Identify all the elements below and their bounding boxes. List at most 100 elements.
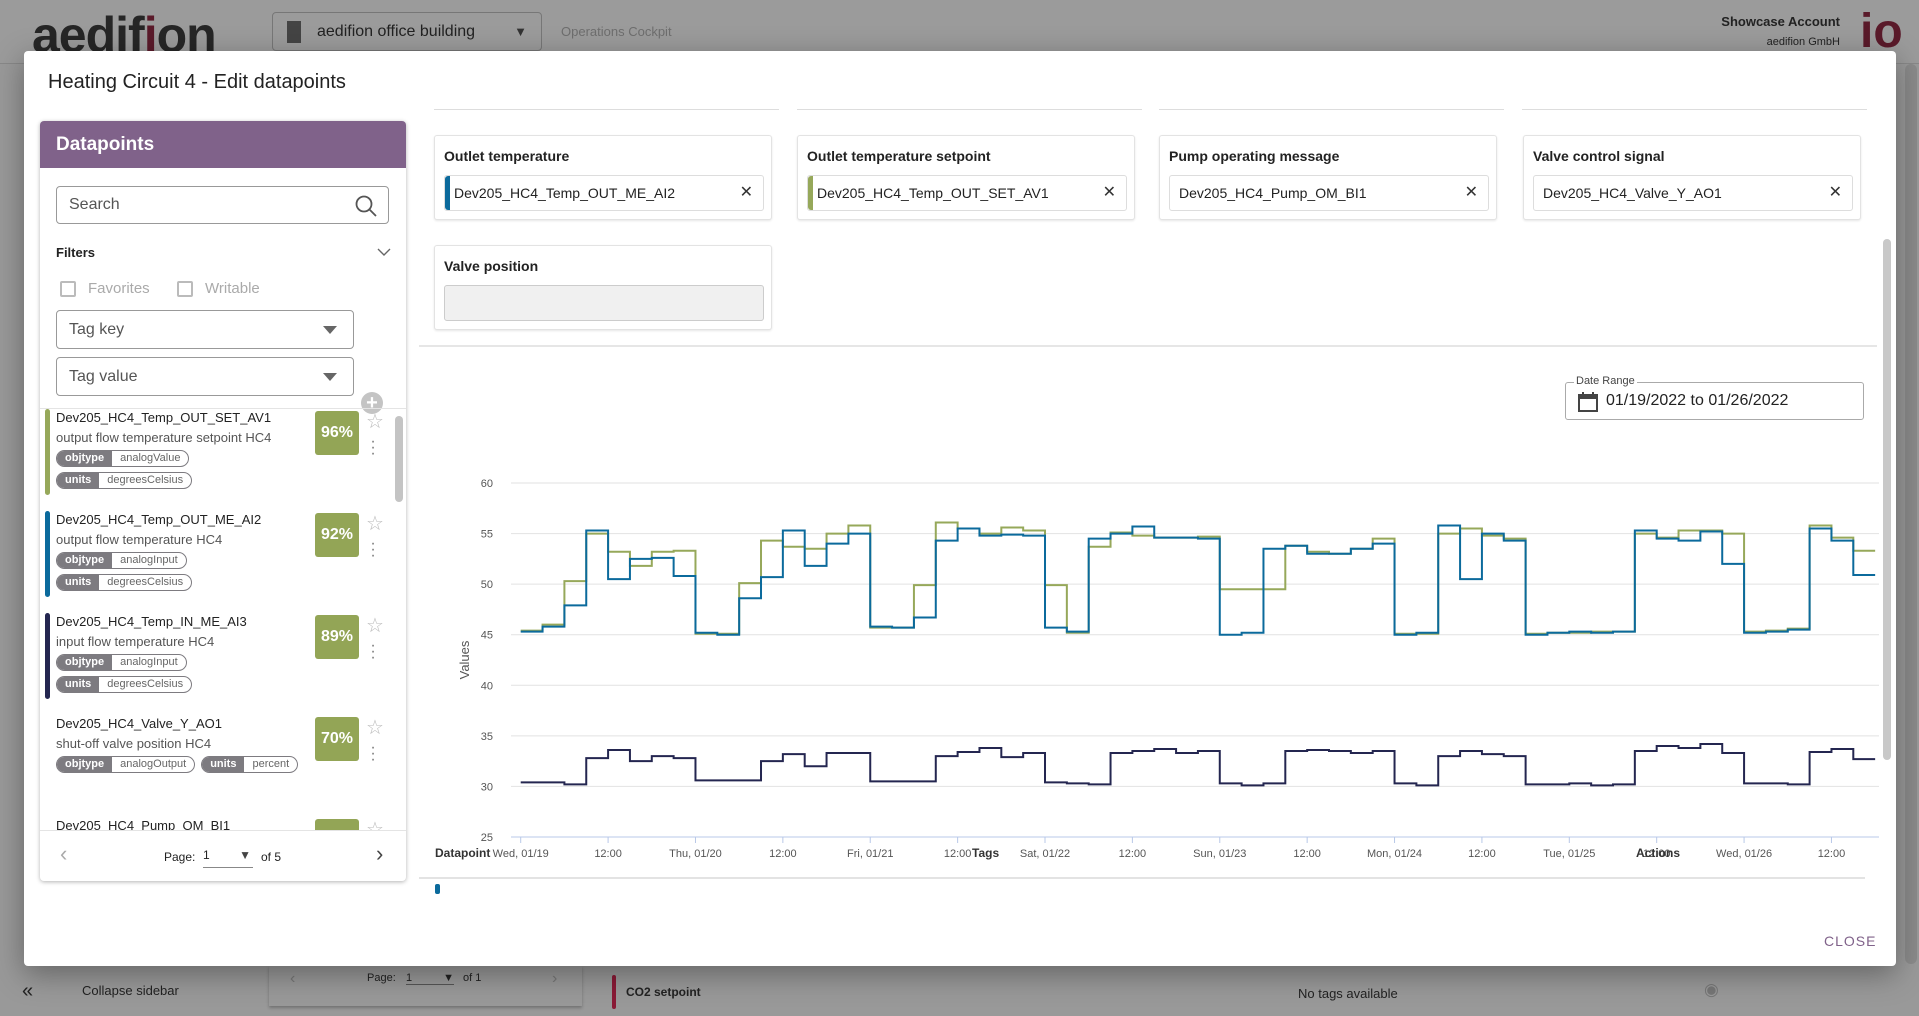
datapoint-slot: Outlet temperature setpoint Dev205_HC4_Te… [797,135,1135,220]
datapoint-list-item[interactable]: Dev205_HC4_Temp_IN_ME_AI3 input flow temp… [40,613,390,713]
writable-checkbox[interactable] [177,281,193,297]
slot-label: Outlet temperature setpoint [807,148,991,164]
match-score-badge: 70% [315,717,359,761]
y-tick-label: 50 [481,579,493,591]
datapoint-list-item[interactable]: Dev205_HC4_Temp_OUT_ME_AI2 output flow te… [40,511,390,611]
close-button[interactable]: CLOSE [1824,933,1876,949]
chevron-down-icon[interactable] [377,247,391,257]
slot-field[interactable]: Dev205_HC4_Valve_Y_AO1 ✕ [1533,175,1853,211]
clear-icon[interactable]: ✕ [740,176,753,210]
list-scrollbar[interactable] [395,416,403,502]
x-tick-label: 12:00 [1468,848,1496,860]
tag-chip[interactable]: objtype analogInput [56,654,187,671]
tag-chip[interactable]: objtype analogOutput [56,756,196,773]
star-icon[interactable]: ☆ [366,511,384,536]
x-tick-label: Wed, 01/19 [493,848,549,860]
slot-field[interactable]: Dev205_HC4_Temp_OUT_ME_AI2 ✕ [444,175,764,211]
slot-field-empty[interactable] [444,285,764,321]
next-page-icon[interactable]: › [376,841,383,867]
col-actions[interactable]: Actions [1636,846,1680,860]
clear-icon[interactable]: ✕ [1103,176,1116,210]
tag-chip[interactable]: objtype analogValue [56,450,190,467]
building-select[interactable]: aedifion office building ▼ [272,12,542,51]
more-vert-icon[interactable]: · · · [370,434,376,462]
tag-list: objtype analogOutput units percent [56,756,306,773]
slot-field[interactable]: Dev205_HC4_Temp_OUT_SET_AV1 ✕ [807,175,1127,211]
more-vert-icon[interactable]: · · · [370,740,376,768]
datapoint-list-item[interactable]: Dev205_HC4_Temp_OUT_SET_AV1 output flow t… [40,409,390,509]
bg-next-icon[interactable]: › [552,970,557,988]
prev-page-icon[interactable]: ‹ [60,841,67,867]
tag-chip[interactable]: units degreesCelsius [56,574,193,591]
datapoint-name: Dev205_HC4_Valve_Y_AO1 [56,716,222,731]
slot-value: Dev205_HC4_Temp_OUT_ME_AI2 [454,185,675,201]
tag-value: analogInput [120,656,178,668]
clear-icon[interactable]: ✕ [1465,176,1478,210]
x-tick-label: Thu, 01/20 [669,848,722,860]
x-tick-label: 12:00 [769,848,797,860]
tag-key-label: Tag key [69,321,125,338]
more-vert-icon[interactable]: · · · [370,638,376,666]
tag-value-select[interactable]: Tag value [56,357,354,396]
tag-value: analogInput [120,554,178,566]
star-icon[interactable]: ☆ [366,817,384,830]
x-tick-label: Tue, 01/25 [1543,848,1595,860]
caret-down-icon [323,326,337,334]
search-input[interactable]: Search [56,186,389,224]
slot-field[interactable]: Dev205_HC4_Pump_OM_BI1 ✕ [1169,175,1489,211]
slot-label: Outlet temperature [444,148,570,164]
search-icon[interactable] [354,194,378,218]
star-icon[interactable]: ☆ [366,715,384,740]
bg-page-label: Page: [367,972,396,984]
star-icon[interactable]: ☆ [366,409,384,434]
favorites-checkbox[interactable] [60,281,76,297]
slot-value: Dev205_HC4_Valve_Y_AO1 [1543,185,1722,201]
x-tick-label: Sun, 01/23 [1193,848,1246,860]
divider [434,109,779,110]
tag-key: objtype [57,553,113,568]
datapoint-list-item[interactable]: Dev205_HC4_Valve_Y_AO1 shut-off valve pos… [40,715,390,815]
datapoint-name: Dev205_HC4_Temp_OUT_ME_AI2 [56,512,262,527]
bg-page-select[interactable]: 1 ▼ [406,972,454,985]
clear-icon[interactable]: ✕ [1829,176,1842,210]
tag-chip[interactable]: units degreesCelsius [56,472,193,489]
star-icon[interactable]: ☆ [366,613,384,638]
more-vert-icon[interactable]: · · · [370,536,376,564]
collapse-sidebar-button[interactable]: Collapse sidebar [82,983,179,998]
tag-value-label: Tag value [69,368,138,385]
tag-chip[interactable]: objtype analogInput [56,552,187,569]
tag-key: units [202,757,245,772]
tag-key-select[interactable]: Tag key [56,310,354,349]
content-scrollbar[interactable] [1883,239,1891,760]
x-tick-label: 12:00 [944,848,972,860]
slot-value: Dev205_HC4_Temp_OUT_SET_AV1 [817,185,1049,201]
divider [1159,109,1504,110]
y-tick-label: 60 [481,478,493,490]
tag-chip[interactable]: units percent [201,756,299,773]
bg-datapoint: CO2 setpoint [626,985,701,999]
match-score-badge: 92% [315,513,359,557]
col-datapoint[interactable]: Datapoint [435,846,490,860]
table-divider [419,877,1865,879]
page-scrollbar[interactable] [1905,64,1917,964]
account-name[interactable]: Showcase Account [1721,14,1840,29]
datapoint-slot: Valve position [434,245,772,330]
y-axis-label: Values [457,640,472,679]
y-tick-label: 55 [481,529,493,541]
breadcrumb[interactable]: Operations Cockpit [561,24,672,39]
tag-list: objtype analogInput units degreesCelsius [56,552,306,591]
slot-label: Pump operating message [1169,148,1340,164]
bg-color-bar [612,975,616,1009]
datapoint-list-item[interactable]: Dev205_HC4_Pump_OM_BI1pump command messa… [40,817,390,830]
col-tags[interactable]: Tags [972,846,999,860]
date-range-label: Date Range [1574,375,1637,387]
match-score-badge: 70% [315,819,359,830]
page-value: 1 [203,848,210,862]
datapoint-description: shut-off valve position HC4 [56,736,212,751]
eye-icon[interactable]: ◉ [1704,980,1719,1000]
bg-prev-icon[interactable]: ‹ [290,970,295,988]
tag-key: units [57,677,100,692]
page-select[interactable]: 1 ▼ [203,848,253,868]
collapse-icon[interactable]: « [22,980,33,1003]
tag-chip[interactable]: units degreesCelsius [56,676,193,693]
